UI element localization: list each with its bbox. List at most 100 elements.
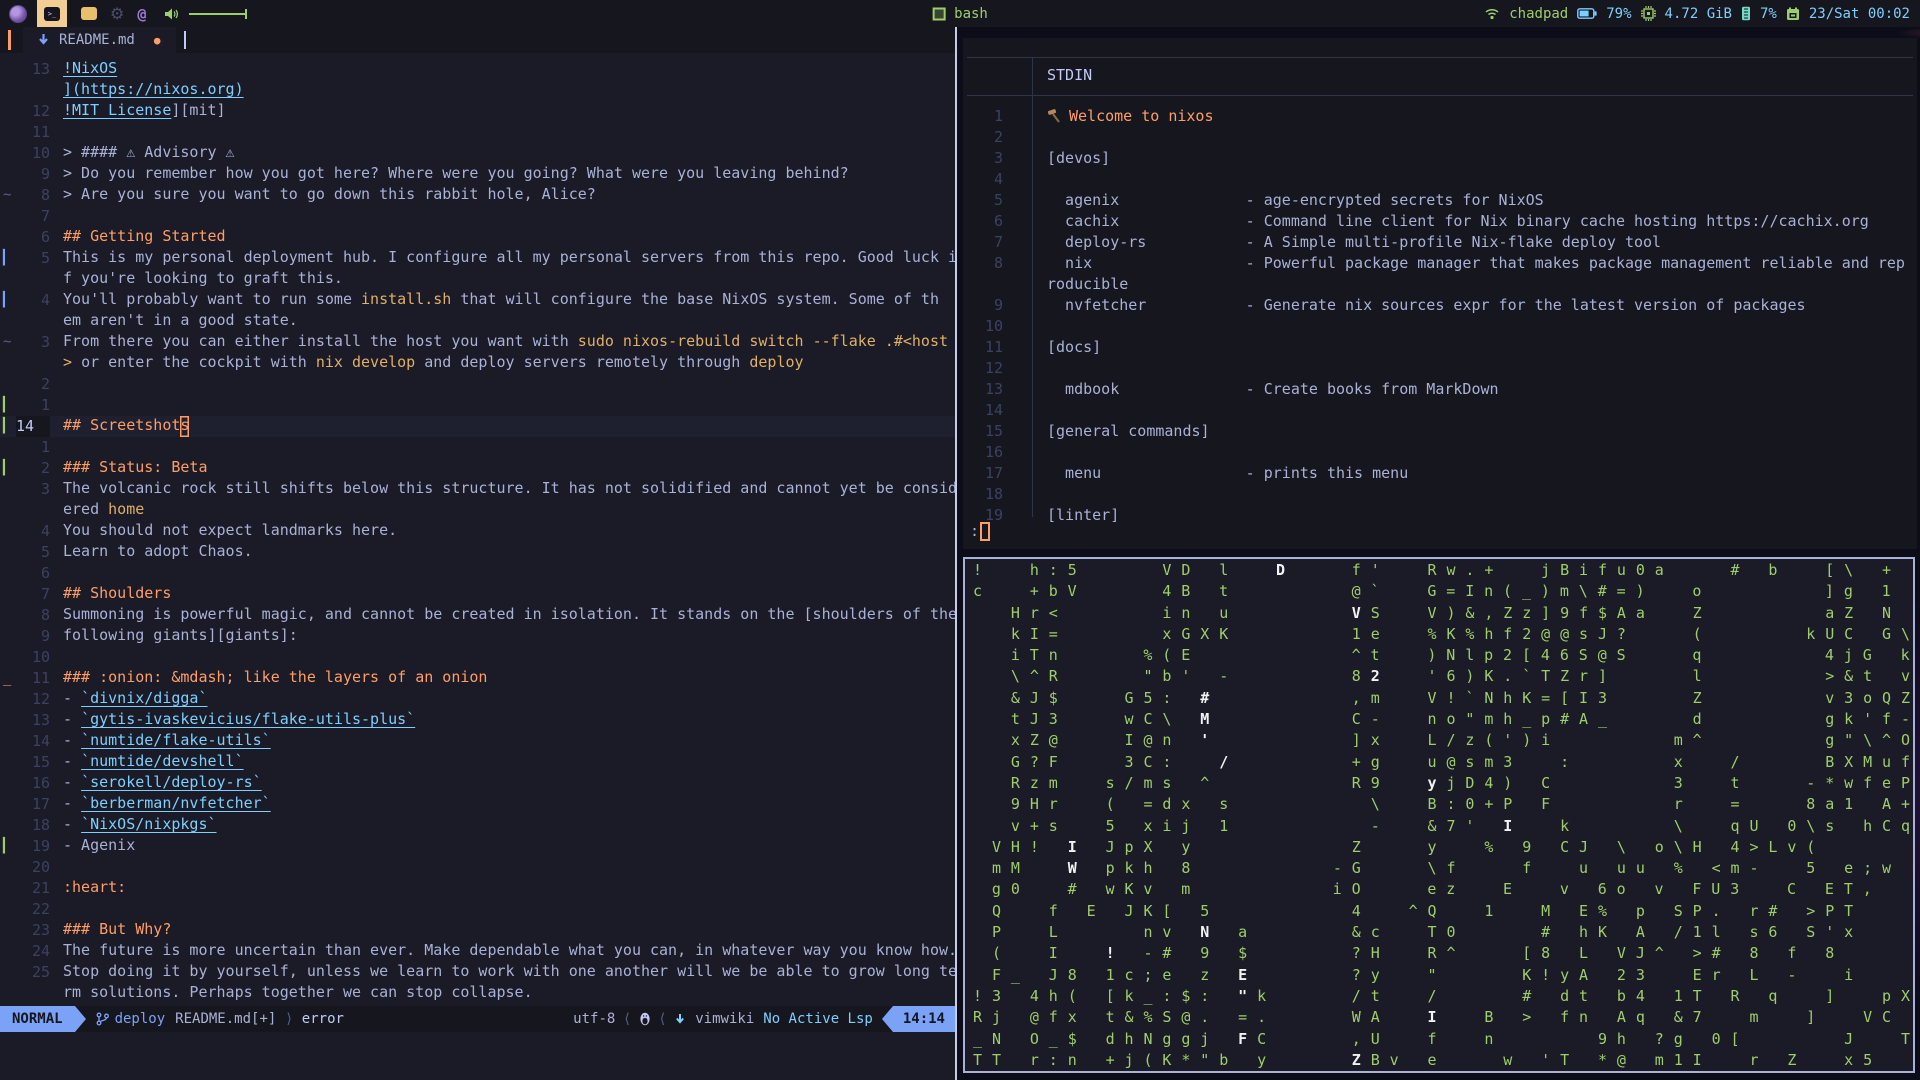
matrix-row: v+s 5 xij 1 - &7' I k \ qU 0\s hCq v cW1 (1010, 816, 1910, 835)
editor-line[interactable]: 14- `numtide/flake-utils` (0, 731, 955, 752)
editor-line[interactable]: rm solutions. Perhaps together we can st… (0, 983, 955, 1004)
pager-line-number: 15 (984, 422, 1003, 440)
chat-icon[interactable] (81, 7, 97, 20)
wifi-icon[interactable] (1484, 7, 1500, 20)
focused-window-title: bash (932, 6, 988, 22)
editor-line[interactable]: ▎ 4 You'll probably want to run some insta… (0, 290, 955, 311)
editor-line[interactable]: 9 following giants][giants]: (0, 626, 955, 647)
at-sign-icon[interactable]: @ (137, 5, 146, 23)
pager-line: 16 (963, 442, 1917, 463)
editor-line[interactable]: 16- `serokell/deploy-rs` (0, 773, 955, 794)
matrix-row: _N O_$ dhNggj FC ,U f n 9h ?g 0[ J Tn [ … (973, 1029, 1910, 1048)
editor-line[interactable]: 20 (0, 857, 955, 878)
text-segment: `divnix/digga` (81, 689, 208, 707)
editor-line[interactable]: 5 Learn to adopt Chaos. (0, 542, 955, 563)
editor-line[interactable]: 15- `numtide/devshell` (0, 752, 955, 773)
editor-line[interactable]: 10 > #### ⚠ Advisory ⚠ (0, 143, 955, 164)
volume-slider[interactable] (189, 8, 248, 19)
pager-prompt[interactable]: : (970, 521, 991, 542)
editor-line[interactable]: 13- `gytis-ivaskevicius/flake-utils-plus… (0, 710, 955, 731)
gutter-sign (0, 605, 16, 626)
editor-line[interactable]: ▎ 14 ## Screetshot s (0, 416, 955, 437)
editor-line[interactable]: 25 Stop doing it by yourself, unless we l… (0, 962, 955, 983)
gutter-sign (0, 815, 16, 836)
window-class-icon (932, 7, 946, 20)
statusline: NORMAL deploy README.md[+] ⟩ error utf-8… (0, 1006, 955, 1032)
editor-line[interactable]: 12- `divnix/digga` (0, 689, 955, 710)
editor-line[interactable]: 13 !NixOS (0, 59, 955, 80)
editor-buffer[interactable]: 13 !NixOS ](https://nixos.org) 12 !MIT Lic… (0, 53, 955, 1004)
editor-line[interactable]: 3 The volcanic rock still shifts below th… (0, 479, 955, 500)
editor-line[interactable]: ▎ 1 (0, 395, 955, 416)
line-number (16, 500, 50, 521)
line-number: 3 (40, 333, 50, 351)
volume-widget[interactable] (164, 7, 248, 21)
tab-readme[interactable]: README.md ● (23, 27, 177, 53)
editor-line[interactable]: ▎ 5 This is my personal deployment hub. I … (0, 248, 955, 269)
editor-line[interactable]: 23 ### But Why? (0, 920, 955, 941)
editor-line[interactable]: 6 ## Getting Started (0, 227, 955, 248)
editor-line[interactable]: 7 (0, 206, 955, 227)
pager-line-number: 1 (993, 107, 1003, 125)
firefox-icon[interactable] (9, 4, 27, 23)
editor-line[interactable]: em aren't in a good state. (0, 311, 955, 332)
pager-line-number: 6 (993, 212, 1003, 230)
editor-line[interactable]: ▎ 2 ### Status: Beta (0, 458, 955, 479)
line-number (16, 80, 50, 101)
pager-line-number: 13 (984, 380, 1003, 398)
gear-icon[interactable]: ⚙ (110, 4, 124, 23)
text-segment: Stop doing it by yourself, unless we lea… (63, 962, 955, 980)
gutter-sign (0, 437, 16, 458)
gutter-sign (0, 752, 16, 773)
text-segment: - (63, 710, 82, 728)
text-segment: - (63, 752, 82, 770)
line-number: 10 (31, 648, 50, 666)
editor-line[interactable]: 9 > Do you remember how you got here? Whe… (0, 164, 955, 185)
line-number: 15 (31, 753, 50, 771)
editor-line[interactable]: f you're looking to graft this. (0, 269, 955, 290)
text-segment: ## Getting Started (63, 227, 226, 245)
editor-line[interactable]: 2 (0, 374, 955, 395)
editor-line[interactable]: 12 !MIT License][mit] (0, 101, 955, 122)
line-number: 14 (31, 732, 50, 750)
editor-line[interactable]: ~3 From there you can either install the … (0, 332, 955, 353)
editor-line[interactable]: _ 11 ### :onion: &mdash; like the layers o… (0, 668, 955, 689)
clock: 23/Sat 00:02 (1808, 5, 1910, 22)
line-number: 12 (31, 102, 50, 120)
username: chadpad (1509, 5, 1569, 22)
filetype-label: vimwiki (695, 1011, 755, 1027)
calendar-icon[interactable] (1786, 7, 1800, 21)
line-number: 3 (40, 480, 50, 498)
modified-dot-icon: ● (153, 33, 161, 47)
editor-line[interactable]: 8 Summoning is powerful magic, and cannot… (0, 605, 955, 626)
editor-line[interactable]: 10 (0, 647, 955, 668)
editor-line[interactable]: 1 (0, 437, 955, 458)
editor-line[interactable]: 22 (0, 899, 955, 920)
editor-line[interactable]: 7 ## Shoulders (0, 584, 955, 605)
pager-line: 4 (963, 169, 1917, 190)
text-segment: This is my personal deployment hub. I co… (63, 248, 955, 266)
gutter-sign (0, 101, 16, 122)
line-number: 9 (40, 627, 50, 645)
git-branch[interactable]: deploy (96, 1011, 165, 1027)
line-number: 24 (31, 942, 50, 960)
text-segment: rm solutions. Perhaps together we can st… (63, 983, 533, 1001)
editor-line[interactable]: ▎ 19 - Agenix (0, 836, 955, 857)
editor-line[interactable]: ](https://nixos.org) (0, 80, 955, 101)
gutter-sign (0, 374, 16, 395)
pager-line-number: 14 (984, 401, 1003, 419)
editor-line[interactable]: > or enter the cockpit with nix develop … (0, 353, 955, 374)
editor-line[interactable]: 11 (0, 122, 955, 143)
editor-line[interactable]: 17- `berberman/nvfetcher` (0, 794, 955, 815)
terminal-icon[interactable]: >_ (37, 0, 67, 27)
editor-line[interactable]: 18- `NixOS/nixpkgs` (0, 815, 955, 836)
editor-line[interactable]: 4 You should not expect landmarks here. (0, 521, 955, 542)
editor-line[interactable]: ered home (0, 500, 955, 521)
editor-line[interactable]: 21:heart: (0, 878, 955, 899)
matrix-row: &J$ G5: # ,m V!`NhK=[I3 Z v3oQZ@ wYL 9] … (1010, 688, 1910, 707)
editor-line[interactable]: ~8 > Are you sure you want to go down thi… (0, 185, 955, 206)
line-number: 18 (31, 816, 50, 834)
editor-line[interactable]: 6 (0, 563, 955, 584)
pager-line: 6 cachix - Command line client for Nix b… (963, 211, 1917, 232)
editor-line[interactable]: 24 The future is more uncertain than ever… (0, 941, 955, 962)
